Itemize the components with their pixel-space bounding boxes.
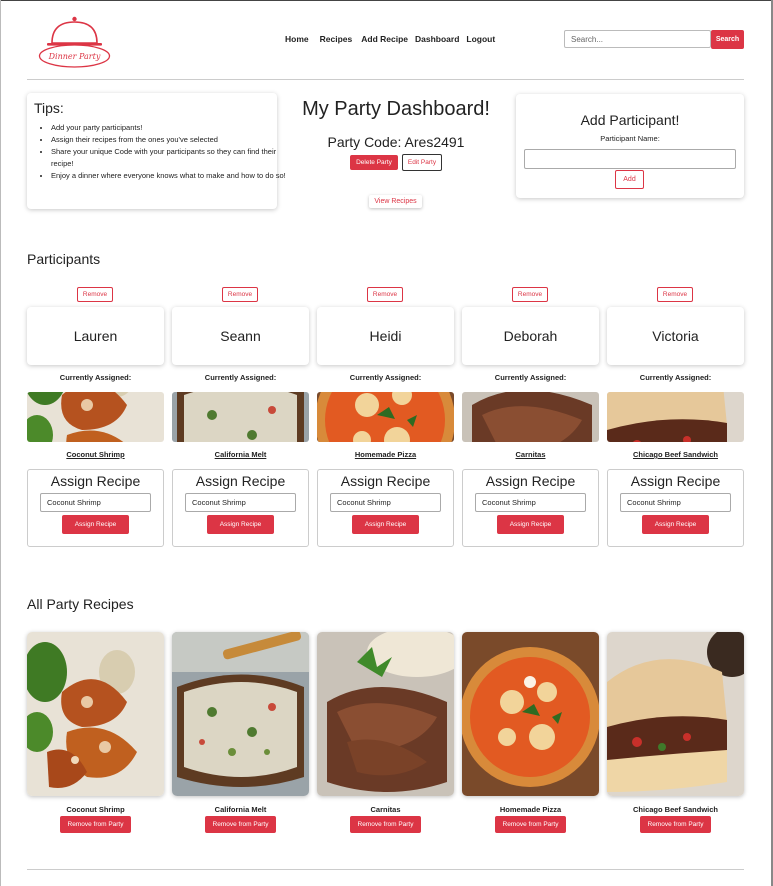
assigned-recipe-image[interactable] [317,392,454,442]
footer-divider [27,869,744,870]
main-nav: Home Recipes Add Recipe Dashboard Logout [285,34,503,44]
participant-name-label: Participant Name: [600,134,660,143]
remove-from-party-button[interactable]: Remove from Party [205,816,276,833]
recipe-select[interactable]: Coconut Shrimp [620,493,731,512]
party-recipe-name: Coconut Shrimp [66,805,125,814]
view-recipes-button[interactable]: View Recipes [369,195,422,208]
party-recipe-name: Carnitas [370,805,401,814]
tip-item: Share your unique Code with your partici… [51,146,289,170]
tips-card: Tips: Add your party participants! Assig… [27,93,286,209]
assigned-recipe-link[interactable]: Coconut Shrimp [27,450,164,459]
add-participant-button[interactable]: Add [615,170,644,189]
party-recipe-image[interactable] [607,632,744,796]
remove-from-party-button[interactable]: Remove from Party [60,816,131,833]
remove-from-party-button[interactable]: Remove from Party [495,816,566,833]
participant-name: Lauren [73,328,118,344]
edit-party-button[interactable]: Edit Party [402,154,442,171]
search-input[interactable] [564,30,711,48]
tip-item: Assign their recipes from the ones you'v… [51,134,289,146]
assign-recipe-button[interactable]: Assign Recipe [497,515,564,534]
search-button[interactable]: Search [711,30,744,49]
assign-recipe-form: Assign Recipe Coconut Shrimp Assign Reci… [462,469,599,547]
participant-card: Seann [172,307,309,365]
party-recipe-image[interactable] [172,632,309,796]
assign-recipe-form: Assign Recipe Coconut Shrimp Assign Reci… [607,469,744,547]
assigned-recipe-image[interactable] [607,392,744,442]
assign-recipe-form: Assign Recipe Coconut Shrimp Assign Reci… [27,469,164,547]
party-recipe-name: California Melt [214,805,267,814]
participant-name: Heidi [369,328,402,344]
window-top-border [0,0,773,1]
participant-card: Lauren [27,307,164,365]
assign-recipe-button[interactable]: Assign Recipe [642,515,709,534]
header-divider [27,79,744,80]
participant-name: Victoria [652,328,699,344]
assign-recipe-form: Assign Recipe Coconut Shrimp Assign Reci… [172,469,309,547]
tip-item: Enjoy a dinner where everyone knows what… [51,170,289,182]
currently-assigned-label: Currently Assigned: [639,373,712,382]
participant-name-input[interactable] [524,149,736,169]
recipe-select[interactable]: Coconut Shrimp [330,493,441,512]
tip-item: Add your party participants! [51,122,289,134]
remove-participant-button[interactable]: Remove [77,287,113,302]
party-recipe-name: Homemade Pizza [499,805,562,814]
participant-card: Victoria [607,307,744,365]
party-recipe-image[interactable] [317,632,454,796]
logo-text: Dinner Party [48,52,101,61]
currently-assigned-label: Currently Assigned: [494,373,567,382]
assigned-recipe-link[interactable]: Carnitas [462,450,599,459]
assigned-recipe-image[interactable] [27,392,164,442]
remove-participant-button[interactable]: Remove [512,287,548,302]
remove-participant-button[interactable]: Remove [222,287,258,302]
remove-from-party-button[interactable]: Remove from Party [350,816,421,833]
assign-recipe-button[interactable]: Assign Recipe [207,515,274,534]
participant-name: Seann [220,328,261,344]
tips-title: Tips: [34,100,64,116]
recipe-select[interactable]: Coconut Shrimp [40,493,151,512]
nav-logout[interactable]: Logout [466,34,495,44]
window-left-border [0,0,1,886]
delete-party-button[interactable]: Delete Party [350,155,398,170]
assign-recipe-title: Assign Recipe [630,473,721,489]
tips-list: Add your party participants! Assign thei… [37,122,289,182]
party-recipe-name: Chicago Beef Sandwich [632,805,719,814]
assigned-recipe-image[interactable] [462,392,599,442]
currently-assigned-label: Currently Assigned: [349,373,422,382]
party-recipe-image[interactable] [462,632,599,796]
page-title: My Party Dashboard! [302,98,490,120]
nav-dashboard[interactable]: Dashboard [415,34,459,44]
recipe-select[interactable]: Coconut Shrimp [475,493,586,512]
assign-recipe-button[interactable]: Assign Recipe [352,515,419,534]
assign-recipe-button[interactable]: Assign Recipe [62,515,129,534]
assigned-recipe-image[interactable] [172,392,309,442]
remove-from-party-button[interactable]: Remove from Party [640,816,711,833]
remove-participant-button[interactable]: Remove [657,287,693,302]
brand-logo[interactable]: Dinner Party [38,10,111,68]
nav-home[interactable]: Home [285,34,309,44]
remove-participant-button[interactable]: Remove [367,287,403,302]
add-participant-title: Add Participant! [580,112,680,128]
party-code: Party Code: Ares2491 [327,134,465,150]
assign-recipe-title: Assign Recipe [340,473,431,489]
participant-card: Deborah [462,307,599,365]
assign-recipe-form: Assign Recipe Coconut Shrimp Assign Reci… [317,469,454,547]
currently-assigned-label: Currently Assigned: [59,373,132,382]
assign-recipe-title: Assign Recipe [195,473,286,489]
party-recipe-image[interactable] [27,632,164,796]
add-participant-card: Add Participant! Participant Name: Add [516,94,744,198]
assigned-recipe-link[interactable]: Chicago Beef Sandwich [607,450,744,459]
nav-recipes[interactable]: Recipes [320,34,353,44]
assign-recipe-title: Assign Recipe [485,473,576,489]
assign-recipe-title: Assign Recipe [50,473,141,489]
assigned-recipe-link[interactable]: Homemade Pizza [317,450,454,459]
currently-assigned-label: Currently Assigned: [204,373,277,382]
party-recipes-heading: All Party Recipes [27,596,134,612]
participant-card: Heidi [317,307,454,365]
recipe-select[interactable]: Coconut Shrimp [185,493,296,512]
assigned-recipe-link[interactable]: California Melt [172,450,309,459]
participant-name: Deborah [503,328,558,344]
participants-heading: Participants [27,251,101,267]
nav-add-recipe[interactable]: Add Recipe [361,34,408,44]
